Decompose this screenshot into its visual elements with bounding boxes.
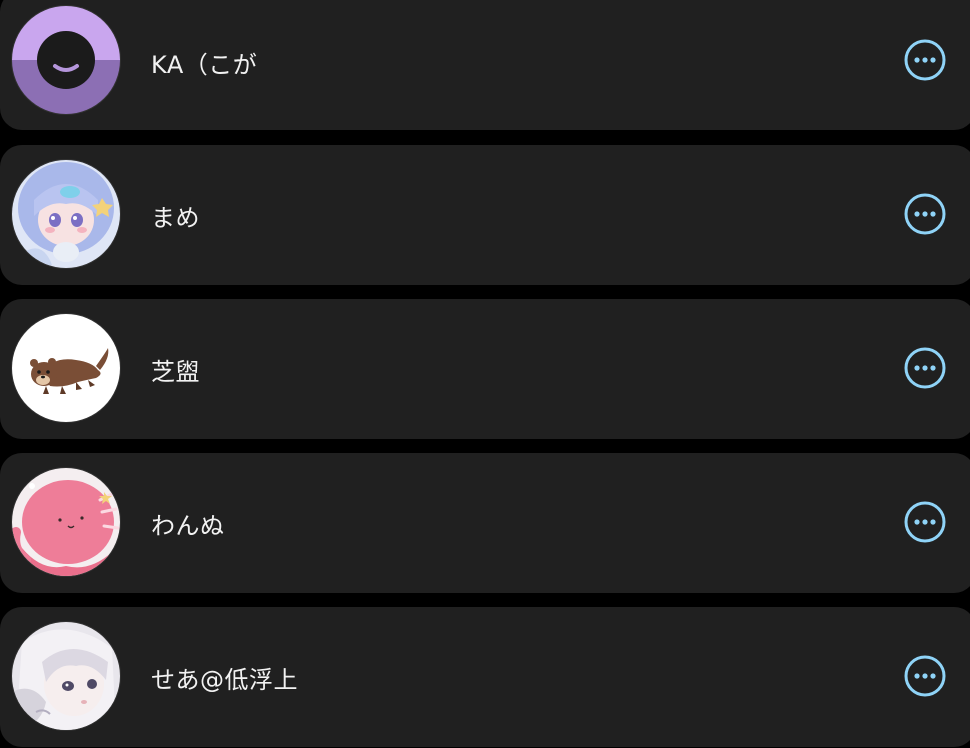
user-list: KA（こが まめ 芝盥 わんぬ せあ@低浮上 [0, 0, 970, 748]
avatar[interactable] [12, 6, 120, 114]
anime-girl-white-hair-avatar-icon [12, 622, 120, 730]
user-name: わんぬ [151, 512, 225, 540]
more-horizontal-icon [904, 39, 946, 81]
user-name: KA（こが [151, 51, 258, 79]
avatar[interactable] [12, 468, 120, 576]
avatar[interactable] [12, 314, 120, 422]
user-name: せあ@低浮上 [151, 666, 298, 694]
more-horizontal-icon [904, 501, 946, 543]
anime-girl-blue-hair-avatar-icon [12, 160, 120, 268]
more-options-button[interactable] [904, 501, 946, 543]
list-item[interactable]: まめ [0, 145, 970, 285]
user-name: まめ [151, 204, 200, 232]
more-options-button[interactable] [904, 193, 946, 235]
more-horizontal-icon [904, 655, 946, 697]
avatar[interactable] [12, 160, 120, 268]
otter-illustration-avatar-icon [12, 314, 120, 422]
avatar[interactable] [12, 622, 120, 730]
more-horizontal-icon [904, 347, 946, 389]
pink-octopus-avatar-icon [12, 468, 120, 576]
more-options-button[interactable] [904, 347, 946, 389]
list-item[interactable]: せあ@低浮上 [0, 607, 970, 747]
more-horizontal-icon [904, 193, 946, 235]
default-smile-avatar-icon [12, 6, 120, 114]
user-name: 芝盥 [151, 358, 200, 386]
list-item[interactable]: わんぬ [0, 453, 970, 593]
list-item[interactable]: KA（こが [0, 0, 970, 130]
more-options-button[interactable] [904, 655, 946, 697]
list-item[interactable]: 芝盥 [0, 299, 970, 439]
more-options-button[interactable] [904, 39, 946, 81]
